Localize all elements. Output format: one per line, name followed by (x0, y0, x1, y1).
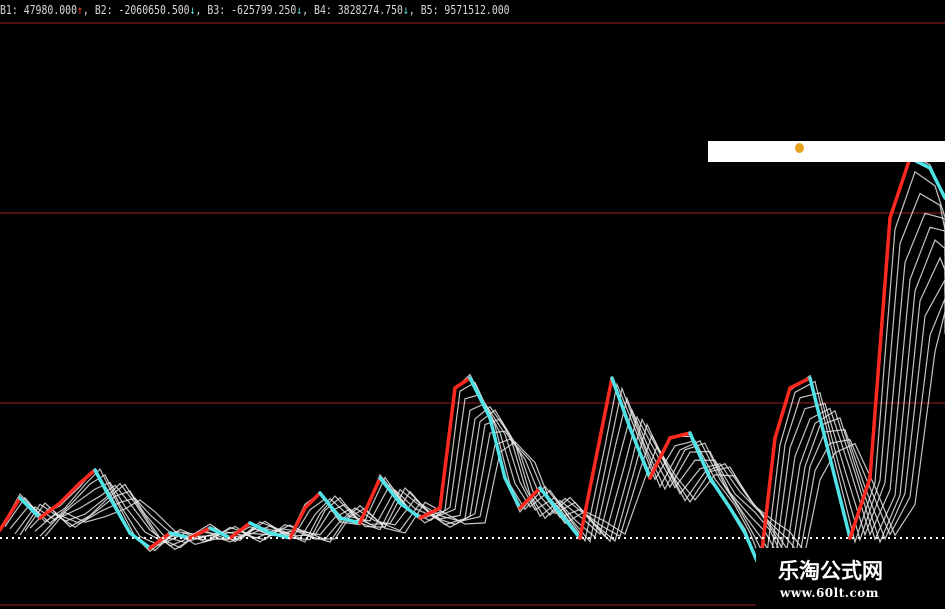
indicator-value: 47980.000 (23, 3, 78, 17)
ribbon-layer (0, 154, 945, 571)
falling-segment (708, 476, 732, 510)
tooltip-bar (708, 141, 945, 162)
falling-segment (468, 376, 492, 420)
rising-segment (668, 431, 692, 440)
indicator-readout-5: B5: 9571512.000 (421, 3, 510, 17)
indicator-readout-bar: B1: 47980.000↑, B2: -2060650.500↓, B3: -… (0, 3, 510, 17)
indicator-value: -2060650.500 (118, 3, 190, 17)
ribbon-strand-5 (19, 226, 945, 561)
indicator-value: -625799.250 (231, 3, 297, 17)
falling-segment (503, 476, 522, 510)
rising-segment (868, 216, 892, 480)
rising-segment (888, 156, 912, 220)
indicator-value: 9571512.000 (444, 3, 510, 17)
indicator-label: B3: (207, 3, 232, 17)
indicator-label: B2: (94, 3, 119, 17)
watermark-title: 乐淘公式网 (778, 559, 883, 583)
indicator-label: B4: (314, 3, 338, 17)
falling-segment (128, 531, 152, 550)
indicator-label: B5: (420, 3, 445, 17)
rising-segment (358, 476, 382, 525)
watermark-url: www.60lt.com (780, 586, 879, 600)
site-watermark: 乐淘公式网 www.60lt.com (756, 548, 945, 609)
rising-segment (58, 481, 82, 505)
rising-segment (598, 376, 614, 440)
grid-layer (0, 22, 945, 606)
indicator-readout-2: B2: -2060650.500↓ (95, 3, 196, 17)
cursor-dot-icon (795, 143, 804, 153)
indicator-chart (0, 22, 945, 606)
indicator-readout-3: B3: -625799.250↓ (207, 3, 302, 17)
chart-screen: B1: 47980.000↑, B2: -2060650.500↓, B3: -… (0, 0, 945, 609)
rising-segment (303, 491, 322, 510)
rising-segment (0, 496, 22, 532)
indicator-label: B1: (0, 3, 24, 17)
rising-segment (773, 386, 792, 440)
indicator-value: 3828274.750 (337, 3, 403, 17)
indicator-readout-1: B1: 47980.000↑ (0, 3, 83, 17)
indicator-readout-4: B4: 3828274.750↓ (314, 3, 409, 17)
ribbon-strand-4 (14, 212, 945, 564)
